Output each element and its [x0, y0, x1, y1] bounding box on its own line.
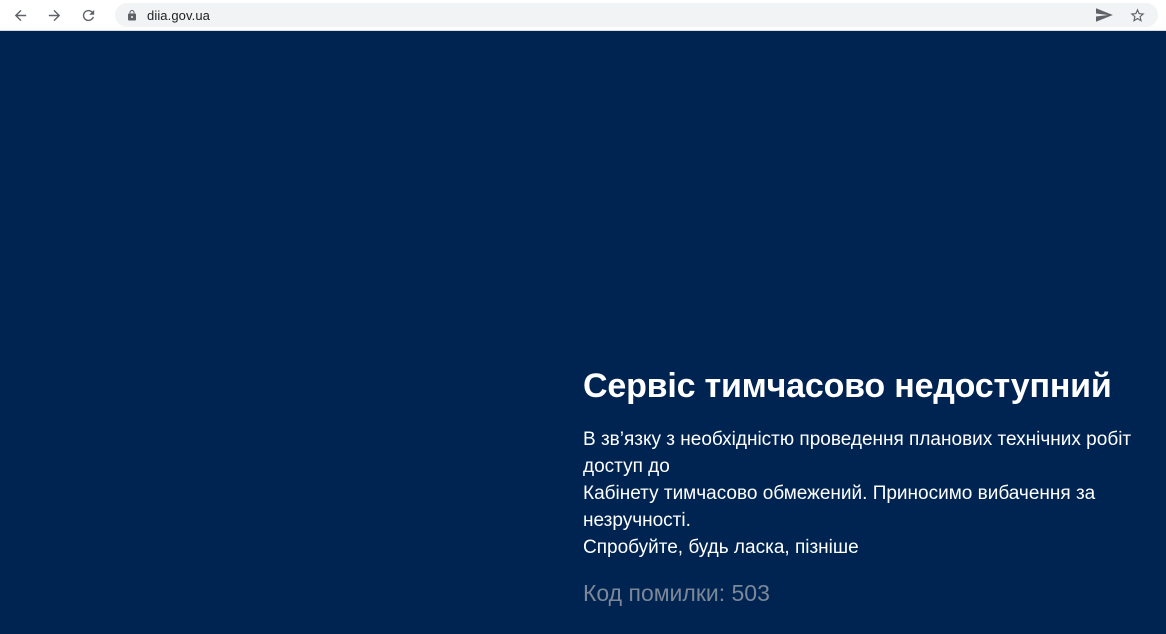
browser-window: diia.gov.ua Сервіс тимчасово недоступний…: [0, 0, 1166, 634]
forward-arrow-icon: [46, 7, 63, 24]
error-message: В зв’язку з необхідністю проведення план…: [583, 426, 1158, 561]
back-arrow-icon: [12, 7, 29, 24]
error-code: Код помилки: 503: [583, 578, 1158, 608]
reload-icon: [80, 7, 97, 24]
lock-icon[interactable]: [126, 9, 138, 22]
send-button[interactable]: [1094, 7, 1114, 23]
send-icon: [1094, 7, 1114, 23]
star-outline-icon: [1129, 7, 1146, 24]
forward-button[interactable]: [40, 1, 68, 29]
bookmark-button[interactable]: [1129, 7, 1146, 24]
browser-toolbar: diia.gov.ua: [0, 0, 1166, 31]
address-bar[interactable]: diia.gov.ua: [115, 3, 1158, 27]
error-page: Сервіс тимчасово недоступний В зв’язку з…: [0, 31, 1166, 634]
reload-button[interactable]: [74, 1, 102, 29]
error-content: Сервіс тимчасово недоступний В зв’язку з…: [583, 365, 1158, 608]
url-text[interactable]: diia.gov.ua: [147, 8, 210, 23]
back-button[interactable]: [6, 1, 34, 29]
page-title: Сервіс тимчасово недоступний: [583, 365, 1158, 407]
